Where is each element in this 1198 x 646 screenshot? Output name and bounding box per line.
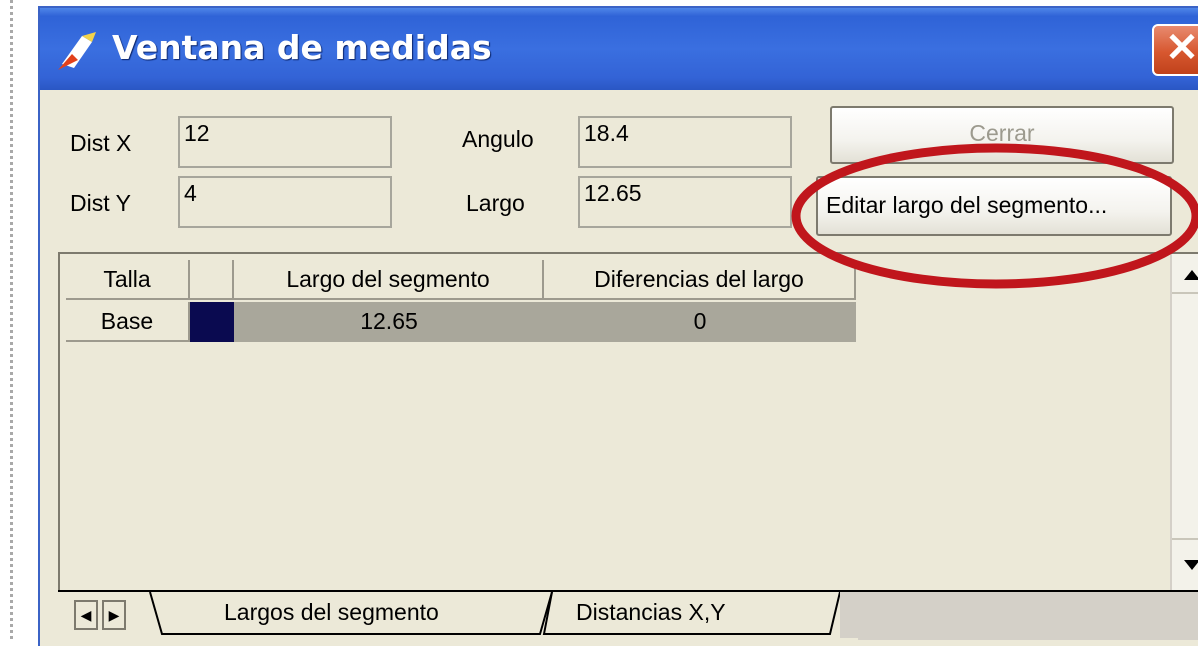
tab-distancias-xy[interactable]: Distancias X,Y [576, 590, 726, 634]
angulo-label: Angulo [462, 126, 534, 152]
dist-y-field[interactable]: 4 [178, 176, 392, 228]
tab-next-button[interactable]: ▶ [102, 600, 126, 630]
column-header-largo[interactable]: Largo del segmento [234, 260, 544, 300]
title-bar[interactable]: Ventana de medidas ✕ [40, 8, 1198, 90]
window-title: Ventana de medidas [112, 28, 492, 67]
segment-table: Talla Largo del segmento Diferencias del… [58, 252, 1198, 592]
largo-label: Largo [466, 190, 525, 216]
dist-x-field[interactable]: 12 [178, 116, 392, 168]
row-largo-cell: 12.65 [234, 302, 544, 342]
scrollbar-divider [1172, 538, 1198, 540]
column-header-talla[interactable]: Talla [66, 260, 190, 300]
measures-window: Ventana de medidas ✕ Dist X 12 Dist Y 4 … [38, 6, 1198, 646]
measure-icon [58, 32, 96, 70]
tab-prev-button[interactable]: ◀ [74, 600, 98, 630]
row-talla-cell: Base [66, 302, 190, 342]
arrow-left-icon: ◀ [80, 607, 92, 623]
close-button[interactable]: ✕ [1152, 24, 1198, 76]
dist-y-label: Dist Y [70, 190, 131, 216]
tab-strip: ◀ ▶ Largos del segmento Distancias X,Y [58, 590, 1198, 640]
arrow-right-icon: ▶ [108, 607, 120, 623]
row-diferencia-cell: 0 [544, 302, 856, 342]
angulo-field[interactable]: 18.4 [578, 116, 792, 168]
largo-field[interactable]: 12.65 [578, 176, 792, 228]
column-header-color[interactable] [190, 260, 234, 300]
row-color-swatch [190, 302, 234, 342]
arrow-down-icon[interactable] [1182, 558, 1198, 572]
tab-largos-del-segmento[interactable]: Largos del segmento [224, 590, 439, 634]
dist-x-label: Dist X [70, 130, 132, 156]
vertical-scrollbar[interactable] [1170, 254, 1198, 592]
annotation-ellipse [791, 143, 1198, 289]
tab-strip-empty-area [858, 592, 1198, 640]
close-icon: ✕ [1165, 26, 1198, 70]
page-edge-divider [10, 0, 13, 639]
